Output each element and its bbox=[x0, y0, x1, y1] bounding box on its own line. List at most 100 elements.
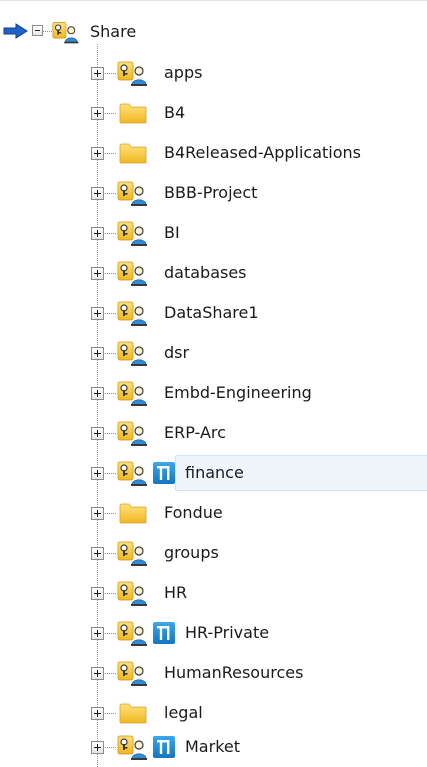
folder-icon bbox=[119, 502, 147, 524]
share-tree-view: Share apps B4 B4Released-Applications BB… bbox=[0, 0, 427, 767]
tree-item-market[interactable]: Market bbox=[0, 727, 427, 767]
tree-connector bbox=[105, 747, 116, 748]
tree-item-bi[interactable]: BI bbox=[0, 213, 427, 253]
shared-folder-icon bbox=[117, 179, 149, 207]
tree-item-embd-engineering[interactable]: Embd-Engineering bbox=[0, 373, 427, 413]
tree-connector bbox=[105, 73, 116, 74]
expand-toggle[interactable] bbox=[91, 107, 104, 120]
tree-item-label: HR-Private bbox=[185, 623, 270, 642]
tree-item-label: legal bbox=[164, 703, 203, 722]
expand-toggle[interactable] bbox=[91, 267, 104, 280]
tree-item-label: dsr bbox=[164, 343, 190, 362]
tree-root-label: Share bbox=[90, 22, 137, 41]
expand-toggle[interactable] bbox=[91, 667, 104, 680]
folder-icon bbox=[119, 102, 147, 124]
tree-item-label: apps bbox=[164, 63, 203, 82]
tree-connector bbox=[105, 473, 116, 474]
dfs-namespace-icon bbox=[152, 621, 176, 645]
shared-folder-icon bbox=[117, 579, 149, 607]
shared-folder-icon bbox=[117, 459, 149, 487]
tree-connector bbox=[105, 353, 116, 354]
expand-toggle[interactable] bbox=[91, 427, 104, 440]
dfs-namespace-icon bbox=[152, 461, 176, 485]
collapse-toggle[interactable] bbox=[32, 25, 43, 36]
expand-toggle[interactable] bbox=[91, 507, 104, 520]
expand-toggle[interactable] bbox=[91, 67, 104, 80]
tree-item-label: groups bbox=[164, 543, 219, 562]
tree-item-groups[interactable]: groups bbox=[0, 533, 427, 573]
tree-connector bbox=[105, 393, 116, 394]
expand-toggle[interactable] bbox=[91, 187, 104, 200]
tree-item-label: Market bbox=[185, 737, 240, 756]
tree-connector bbox=[105, 233, 116, 234]
tree-connector bbox=[105, 153, 116, 154]
tree-item-label: HR bbox=[164, 583, 188, 602]
tree-item-label: DataShare1 bbox=[164, 303, 259, 322]
tree-item-bbb-project[interactable]: BBB-Project bbox=[0, 173, 427, 213]
expand-toggle[interactable] bbox=[91, 307, 104, 320]
tree-item-hr[interactable]: HR bbox=[0, 573, 427, 613]
expand-toggle[interactable] bbox=[91, 627, 104, 640]
dfs-namespace-icon bbox=[152, 735, 176, 759]
tree-item-humanresources[interactable]: HumanResources bbox=[0, 653, 427, 693]
tree-connector bbox=[105, 193, 116, 194]
tree-item-fondue[interactable]: Fondue bbox=[0, 493, 427, 533]
tree-connector bbox=[105, 673, 116, 674]
expand-toggle[interactable] bbox=[91, 467, 104, 480]
tree-item-label: Embd-Engineering bbox=[164, 383, 312, 402]
shared-folder-icon bbox=[117, 379, 149, 407]
tree-item-hr-private[interactable]: HR-Private bbox=[0, 613, 427, 653]
tree-root-share[interactable]: Share bbox=[0, 17, 427, 47]
tree-item-databases[interactable]: databases bbox=[0, 253, 427, 293]
tree-item-label: BI bbox=[164, 223, 180, 242]
tree-item-apps[interactable]: apps bbox=[0, 53, 427, 93]
tree-item-label: B4Released-Applications bbox=[164, 143, 361, 162]
tree-item-erp-arc[interactable]: ERP-Arc bbox=[0, 413, 427, 453]
expand-toggle[interactable] bbox=[91, 387, 104, 400]
tree-item-b4released-applications[interactable]: B4Released-Applications bbox=[0, 133, 427, 173]
tree-item-label: B4 bbox=[164, 103, 186, 122]
tree-item-label: BBB-Project bbox=[164, 183, 258, 202]
tree-item-dsr[interactable]: dsr bbox=[0, 333, 427, 373]
shared-folder-icon bbox=[117, 339, 149, 367]
shared-folder-icon bbox=[117, 299, 149, 327]
tree-connector bbox=[105, 593, 116, 594]
shared-folder-icon bbox=[117, 539, 149, 567]
tree-connector bbox=[105, 433, 116, 434]
tree-connector bbox=[105, 713, 116, 714]
expand-toggle[interactable] bbox=[91, 547, 104, 560]
expand-toggle[interactable] bbox=[91, 347, 104, 360]
tree-connector bbox=[105, 513, 116, 514]
shared-folder-icon bbox=[117, 419, 149, 447]
shared-folder-icon bbox=[117, 733, 149, 761]
expand-toggle[interactable] bbox=[91, 707, 104, 720]
expand-toggle[interactable] bbox=[91, 587, 104, 600]
shared-folder-icon bbox=[117, 59, 149, 87]
expand-toggle[interactable] bbox=[91, 147, 104, 160]
tree-item-finance[interactable]: finance bbox=[0, 453, 427, 493]
tree-item-b4[interactable]: B4 bbox=[0, 93, 427, 133]
tree-connector bbox=[105, 113, 116, 114]
tree-item-datashare1[interactable]: DataShare1 bbox=[0, 293, 427, 333]
shared-folder-icon bbox=[117, 659, 149, 687]
tree-item-label: finance bbox=[185, 463, 244, 482]
tree-connector bbox=[105, 313, 116, 314]
tree-item-label: Fondue bbox=[164, 503, 223, 522]
expand-toggle[interactable] bbox=[91, 741, 104, 754]
folder-icon bbox=[119, 702, 147, 724]
folder-icon bbox=[119, 142, 147, 164]
top-border bbox=[0, 0, 427, 1]
shared-folder-icon bbox=[117, 219, 149, 247]
tree-connector bbox=[43, 31, 52, 32]
shared-folder-icon bbox=[117, 619, 149, 647]
tree-item-label: ERP-Arc bbox=[164, 423, 226, 442]
tree-item-label: databases bbox=[164, 263, 247, 282]
expand-toggle[interactable] bbox=[91, 227, 104, 240]
shared-folder-icon bbox=[52, 18, 80, 46]
tree-connector bbox=[105, 273, 116, 274]
shared-folder-icon bbox=[117, 259, 149, 287]
tree-item-label: HumanResources bbox=[164, 663, 304, 682]
tree-connector bbox=[105, 553, 116, 554]
arrow-right-icon bbox=[3, 23, 28, 39]
tree-connector bbox=[105, 633, 116, 634]
